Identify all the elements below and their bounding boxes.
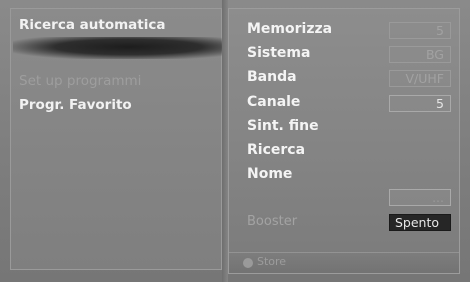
setting-label-ricerca[interactable]: Ricerca xyxy=(247,142,305,158)
settings-panel: Memorizza 5 Sistema BG Banda V/UHF Canal… xyxy=(228,8,460,274)
footer-bar: Store xyxy=(229,252,459,273)
setting-value-memorizza[interactable]: 5 xyxy=(389,22,451,39)
setting-label-sint-fine[interactable]: Sint. fine xyxy=(247,118,319,134)
store-button-icon xyxy=(243,258,253,268)
menu-item-set-up-programmi[interactable]: Set up programmi xyxy=(19,73,141,89)
setting-label-booster: Booster xyxy=(247,214,298,229)
setting-value-blank: ... xyxy=(389,189,451,206)
setting-label-nome[interactable]: Nome xyxy=(247,166,292,182)
menu-item-ricerca-automatica[interactable]: Ricerca automatica xyxy=(19,17,165,33)
tv-menu-screen: Ricerca automatica Set up programmi Prog… xyxy=(0,0,470,282)
setting-value-canale[interactable]: 5 xyxy=(389,95,451,112)
setting-label-sistema: Sistema xyxy=(247,45,311,61)
setting-label-canale: Canale xyxy=(247,94,301,110)
menu-item-progr-favorito[interactable]: Progr. Favorito xyxy=(19,97,132,113)
store-label[interactable]: Store xyxy=(257,255,286,268)
setting-value-booster[interactable]: Spento xyxy=(389,214,451,231)
setting-value-sistema[interactable]: BG xyxy=(389,46,451,63)
setting-label-banda: Banda xyxy=(247,69,297,85)
setting-value-banda[interactable]: V/UHF xyxy=(389,70,451,87)
setting-label-memorizza: Memorizza xyxy=(247,21,333,37)
selection-highlight xyxy=(13,37,223,59)
main-menu-panel: Ricerca automatica Set up programmi Prog… xyxy=(10,8,223,270)
